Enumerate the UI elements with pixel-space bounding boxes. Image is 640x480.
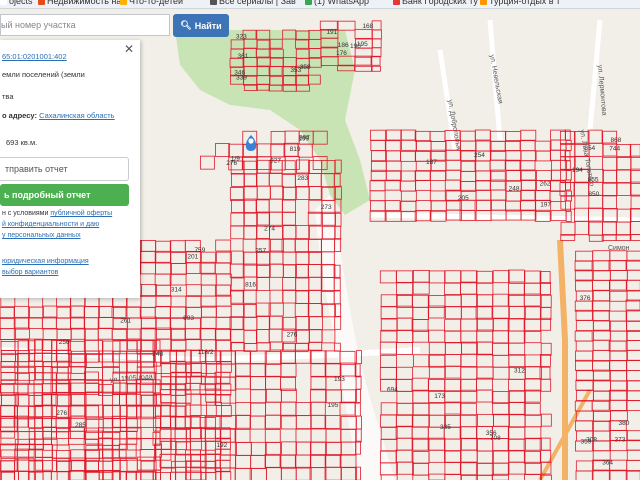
personal-data-link[interactable]: у персональных данных (2, 232, 81, 239)
detailed-report-button[interactable]: ь подробный отчет (0, 184, 129, 206)
search-input[interactable]: ый номер участка (0, 14, 170, 36)
bookmarks-bar: ojects Недвижимость на Что-то-детеи Все сер… (0, 0, 640, 9)
street-label: Симон (608, 245, 630, 252)
address-row: о адресу: Сахалинская область (2, 111, 115, 120)
parcel-number: 1/9 (231, 155, 240, 162)
search-icon: 🔍︎ (180, 20, 192, 30)
parcel-number: 173 (434, 393, 445, 400)
parcel-number: 176 (336, 50, 347, 57)
parcel-number: 819 (290, 146, 301, 153)
parcel-number: 283 (297, 175, 308, 182)
parcel-number: 274 (264, 225, 275, 232)
parcel-number: 361 (237, 53, 248, 60)
bookmark-label: Турция-отдых в т (489, 0, 561, 6)
parcel-number: 335 (440, 424, 451, 431)
parcel-number: 312 (514, 368, 525, 375)
parcel-number: 205 (458, 195, 469, 202)
bookmark-0[interactable]: ojects (0, 0, 33, 6)
parcel-number: 693 (183, 315, 194, 322)
parcel-number: 192 (216, 442, 227, 449)
bookmark-1[interactable]: Недвижимость на (38, 0, 121, 6)
parcel-number: 397 (299, 134, 310, 141)
category-line-2: тва (2, 92, 14, 101)
bookmark-5[interactable]: Банк Городских ту (393, 0, 478, 6)
parcel-number: 186 (338, 42, 349, 49)
bank-icon (393, 0, 400, 5)
bookmark-label: Недвижимость на (47, 0, 122, 6)
legal-info-link[interactable]: юридическая информация (2, 258, 89, 265)
bookmark-label: ojects (9, 0, 33, 6)
search-button[interactable]: 🔍︎ Найти (173, 14, 229, 37)
bookmark-label: Что-то-детеи (129, 0, 184, 6)
category-line-1: емли поселений (земли (2, 70, 85, 79)
bookmark-3[interactable]: Все сериалы | Зав (210, 0, 296, 6)
clock-icon (210, 0, 217, 5)
bookmark-label: Банк Городских ту (402, 0, 478, 6)
parcel-number: 118/2 (198, 349, 214, 356)
bookmark-label: (1) WhatsApp (314, 0, 370, 6)
bookmark-4[interactable]: (1) WhatsApp (305, 0, 369, 6)
parcel-number: 927 (270, 158, 281, 165)
search-button-label: Найти (194, 20, 222, 31)
parcel-number: 314 (171, 287, 182, 294)
terms-text: н с условиями (2, 210, 49, 217)
parcel-number: 191 (326, 29, 337, 36)
parcel-number: 273 (321, 204, 332, 211)
privacy-link[interactable]: й конфиденциальности и даю (2, 221, 99, 228)
parcel-number: 364 (602, 459, 613, 466)
whatsapp-icon (305, 0, 312, 5)
house-icon (38, 0, 45, 5)
cadastral-number-link[interactable]: 65:01:0201001:402 (2, 52, 67, 61)
parcel-number: 850 (588, 191, 599, 198)
parcel-number: 248 (509, 186, 520, 193)
parcel-number: 190 (350, 43, 361, 50)
parcel-number: 262 (540, 180, 551, 187)
blank-icon (0, 0, 7, 5)
parcel-number: 323 (236, 33, 247, 40)
parcel-number: 308 (586, 437, 597, 444)
parcel-number: 376 (580, 295, 591, 302)
parcel-number: 257 (255, 247, 266, 254)
parcel-number: 256 (59, 339, 70, 346)
parcel-number: 358 (300, 64, 311, 71)
parcel-number: 254 (474, 152, 485, 159)
parcel-number: 195 (328, 402, 339, 409)
parcel-number: 285 (75, 422, 86, 429)
close-icon[interactable]: ✕ (124, 43, 134, 55)
parcel-number: 694 (387, 386, 398, 393)
area-value: 693 кв.м. (6, 138, 38, 147)
app-root: ojects Недвижимость на Что-то-детеи Все сер… (0, 0, 640, 480)
bookmark-label: Все сериалы | Зав (219, 0, 296, 6)
parcel-number: 168 (362, 23, 373, 30)
page-icon (120, 0, 127, 5)
send-report-button[interactable]: тправить отчет (0, 157, 129, 181)
parcel-number: 708 (490, 435, 501, 442)
parcel-number: 373 (614, 437, 625, 444)
terms-line-1: н с условиями публичной оферты (2, 210, 112, 217)
parcel-number: 194 (572, 167, 583, 174)
parcel-number: 816 (245, 282, 256, 289)
parcel-info-panel: ✕ 65:01:0201001:402 емли поселений (земл… (0, 40, 140, 298)
options-link[interactable]: выбор вариантов (2, 269, 58, 276)
parcel-number: 276 (287, 331, 298, 338)
address-link[interactable]: Сахалинская область (39, 111, 115, 120)
parcel-number: 261 (120, 317, 131, 324)
parcel-number: 744 (609, 145, 620, 152)
parcel-number: 380 (619, 420, 630, 427)
parcel-number: 201 (187, 254, 198, 261)
parcel-number: 187 (426, 159, 437, 166)
parcel-number: 276 (56, 410, 67, 417)
offer-link[interactable]: публичной оферты (50, 210, 112, 217)
parcel-number: 248 (152, 351, 163, 358)
parcel-number: 197 (540, 202, 551, 209)
address-label: о адресу: (2, 111, 37, 120)
parcel-number: 868 (610, 137, 621, 144)
bookmark-2[interactable]: Что-то-детеи (120, 0, 183, 6)
parcel-number: 346 (234, 70, 245, 77)
travel-icon (480, 0, 487, 5)
bookmark-6[interactable]: Турция-отдых в т (480, 0, 560, 6)
parcel-number: 193 (334, 376, 345, 383)
